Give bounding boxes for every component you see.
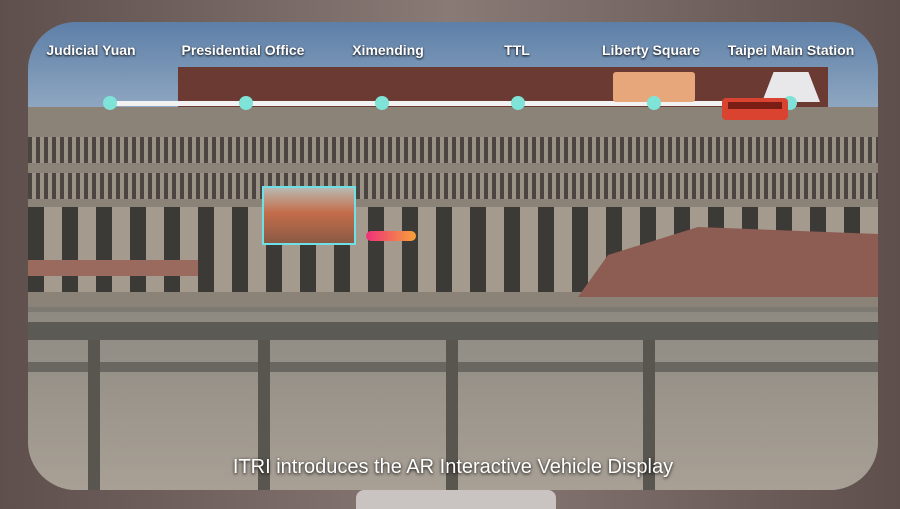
facade-grille xyxy=(28,137,878,163)
arrow-left-icon xyxy=(366,231,416,241)
bus-icon xyxy=(722,98,788,120)
ar-route-bar: Judicial Yuan Presidential Office Ximend… xyxy=(28,22,878,122)
canopy-left xyxy=(28,260,198,276)
stop-label: Presidential Office xyxy=(181,42,305,58)
window-handle xyxy=(356,490,556,509)
stop-label: Liberty Square xyxy=(601,42,701,58)
bus-shelter-roof xyxy=(28,322,878,340)
stop-dot[interactable] xyxy=(647,96,661,110)
stop-dot[interactable] xyxy=(375,96,389,110)
facade-grille xyxy=(28,173,878,199)
stop-dot[interactable] xyxy=(239,96,253,110)
video-caption: ITRI introduces the AR Interactive Vehic… xyxy=(232,456,674,478)
stop-label: Taipei Main Station xyxy=(727,42,855,58)
stop-dot[interactable] xyxy=(511,96,525,110)
vehicle-window-view: Judicial Yuan Presidential Office Ximend… xyxy=(28,22,878,490)
stop-dot[interactable] xyxy=(103,96,117,110)
poi-thumbnail[interactable] xyxy=(262,186,356,245)
stop-label: TTL xyxy=(504,42,530,58)
stop-label: Ximending xyxy=(352,42,424,58)
stop-label: Judicial Yuan xyxy=(46,42,136,58)
